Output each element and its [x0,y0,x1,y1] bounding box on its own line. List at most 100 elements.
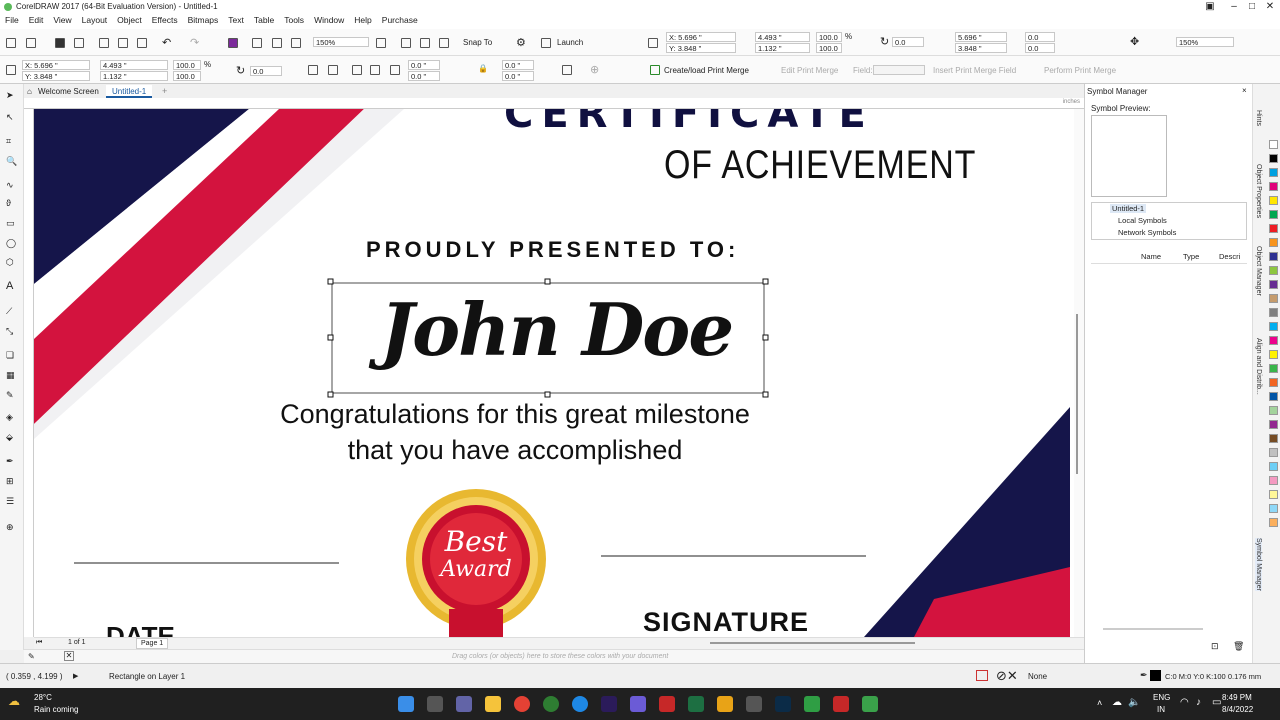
rotation-angle-field[interactable]: 0.0 [892,37,924,47]
show-grid-icon[interactable] [420,38,430,48]
palette-swatch[interactable] [1269,504,1278,513]
x-position-field[interactable]: X: 5.696 " [666,32,736,42]
docker-tab-symbol-manager[interactable]: Symbol Manager [1255,538,1262,591]
palette-swatch[interactable] [1269,294,1278,303]
interactive-fill-tool-icon[interactable]: ◈ [6,412,18,422]
menu-bitmaps[interactable]: Bitmaps [183,14,224,26]
fill-indicator-icon[interactable] [976,670,988,681]
lock-ratio-icon[interactable]: 🔒 [478,64,488,73]
tray-chevron-icon[interactable]: ˄ [1097,698,1102,708]
no-color-swatch[interactable]: ✕ [64,651,74,661]
app-icon[interactable] [630,696,646,712]
smart-fill-tool-icon[interactable]: ⬙ [6,432,18,442]
freehand-tool-icon[interactable]: ∿ [6,180,18,190]
shape-tool-icon[interactable]: ↖ [6,112,18,122]
open-icon[interactable] [26,38,36,48]
export-symbol-icon[interactable]: ⊡ [1211,641,1219,652]
language-1[interactable]: ENG [1153,693,1170,702]
vertical-ruler[interactable] [24,109,34,637]
tree-item-network-symbols[interactable]: Network Symbols [1118,228,1176,237]
docker-tab-object-manager[interactable]: Object Manager [1255,246,1262,296]
y2-field[interactable]: 3.848 " [955,43,1007,53]
launch-dropdown[interactable]: Launch [557,38,583,47]
mesh-fill-tool-icon[interactable]: ⊞ [6,476,18,486]
palette-swatch[interactable] [1269,280,1278,289]
clock-time[interactable]: 8:49 PM [1222,693,1252,702]
document-palette[interactable]: ✎ ✕ Drag colors (or objects) here to sto… [24,649,1084,663]
prop-width-field[interactable]: 4.493 " [100,60,168,70]
photoshop-icon[interactable] [775,696,791,712]
zoom-level-select[interactable]: 150% [313,37,369,47]
language-2[interactable]: IN [1157,705,1165,714]
palette-swatch[interactable] [1269,154,1278,163]
menu-effects[interactable]: Effects [147,14,183,26]
speaker-icon[interactable]: 🔈 [1128,697,1140,708]
palette-swatch[interactable] [1269,140,1278,149]
palette-swatch[interactable] [1269,224,1278,233]
new-tab-icon[interactable]: + [162,86,167,96]
vlc-icon[interactable] [717,696,733,712]
save-icon[interactable] [55,38,65,48]
corner-round-icon[interactable] [352,65,362,75]
menu-help[interactable]: Help [349,14,376,26]
add-icon[interactable]: ⊕ [590,63,599,76]
prop-y-field[interactable]: Y: 3.848 " [22,71,90,81]
prop-scale-x-field[interactable]: 100.0 [173,60,201,70]
redo-icon[interactable]: ↷ [190,36,199,49]
palette-swatch[interactable] [1269,266,1278,275]
palette-swatch[interactable] [1269,196,1278,205]
corner-radius-br-field[interactable]: 0.0 " [502,71,534,81]
prop-rotation-field[interactable]: 0.0 [250,66,282,76]
palette-swatch[interactable] [1269,518,1278,527]
new-document-icon[interactable] [6,38,16,48]
weather-icon[interactable]: ☁ [8,694,20,708]
polygon-tool-icon[interactable]: ⬡ [6,257,18,267]
create-print-merge-button[interactable]: Create/load Print Merge [664,66,749,75]
palette-swatch[interactable] [1269,308,1278,317]
palette-swatch[interactable] [1269,420,1278,429]
coreldraw-taskbar-icon[interactable] [543,696,559,712]
artistic-media-tool-icon[interactable]: ϑ [6,198,18,208]
pen-tool-icon[interactable]: ✒ [6,456,18,466]
palette-swatch[interactable] [1269,392,1278,401]
skew-h-field[interactable]: 0.0 [1025,32,1055,42]
y-position-field[interactable]: Y: 3.848 " [666,43,736,53]
battery-icon[interactable]: ▭ [1212,697,1221,708]
scale-x-field[interactable]: 100.0 [816,32,842,42]
align-tool-icon[interactable]: ☰ [6,496,18,506]
menu-layout[interactable]: Layout [77,14,113,26]
restore-help-icon[interactable]: ▣ [1204,1,1216,13]
outline-color-swatch[interactable] [1150,670,1161,681]
print-merge-icon[interactable] [650,65,660,75]
prop-x-field[interactable]: X: 5.696 " [22,60,90,70]
column-description[interactable]: Descri [1219,252,1240,261]
horizontal-scroll-thumb[interactable] [710,642,915,644]
vertical-scroll-thumb[interactable] [1076,314,1078,474]
menu-view[interactable]: View [48,14,76,26]
print-icon[interactable] [74,38,84,48]
menu-object[interactable]: Object [112,14,147,26]
palette-swatch[interactable] [1269,448,1278,457]
acrobat-icon[interactable] [659,696,675,712]
menu-tools[interactable]: Tools [279,14,309,26]
corel-app-icon[interactable] [862,696,878,712]
signature-label[interactable]: SIGNATURE [643,607,809,637]
certificate-subheading[interactable]: OF ACHIEVEMENT [664,143,976,188]
docker-tab-object-properties[interactable]: Object Properties [1255,164,1262,218]
eyedropper-icon[interactable]: ✎ [28,652,35,661]
palette-swatch[interactable] [1269,182,1278,191]
volume-icon[interactable]: ♪ [1196,697,1201,708]
connector-tool-icon[interactable]: ⤡ [6,326,18,336]
date-label[interactable]: DATE [106,621,175,637]
award-text-line-1[interactable]: Best [436,525,516,558]
eyedropper-tool-icon[interactable]: ✎ [6,390,18,400]
docker-tab-hints[interactable]: Hints [1255,110,1262,126]
excel-icon[interactable] [688,696,704,712]
menu-text[interactable]: Text [223,14,249,26]
text-tool-icon[interactable]: A [6,280,18,292]
edge-icon[interactable] [572,696,588,712]
show-rulers-icon[interactable] [401,38,411,48]
mirror-vertical-icon[interactable] [328,65,338,75]
publish-pdf-icon[interactable] [291,38,301,48]
palette-swatch[interactable] [1269,476,1278,485]
